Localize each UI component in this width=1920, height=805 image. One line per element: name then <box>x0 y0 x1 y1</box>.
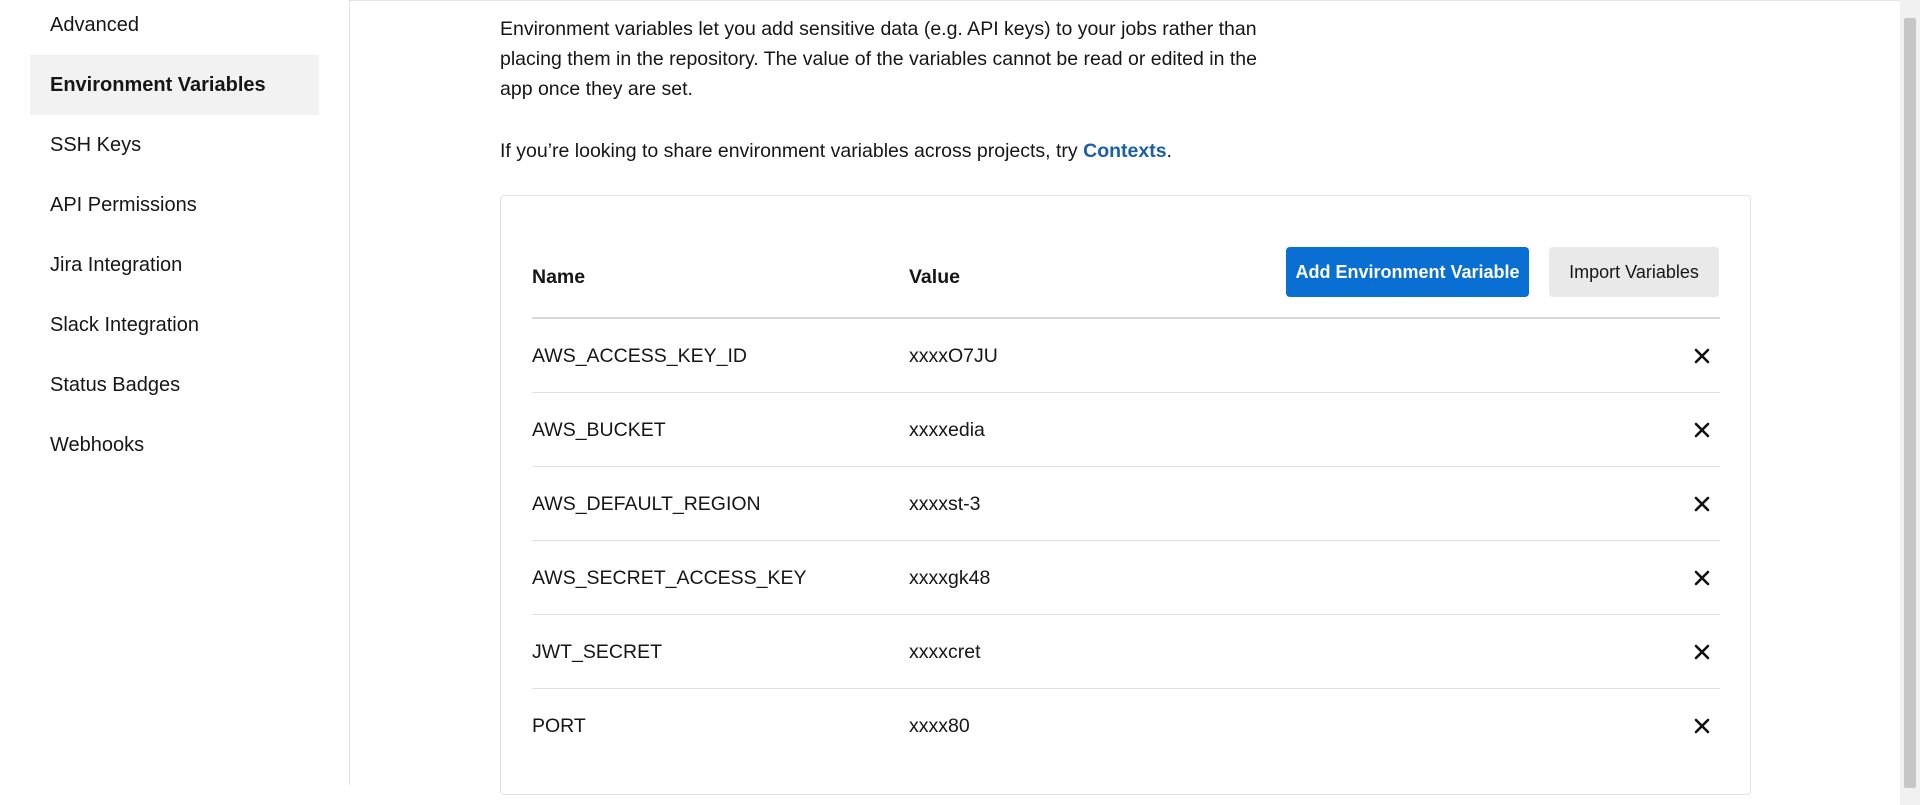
variable-name: AWS_SECRET_ACCESS_KEY <box>532 567 807 589</box>
value-column-header: Value <box>909 266 960 288</box>
variable-value: xxxxst-3 <box>909 493 981 515</box>
close-icon[interactable] <box>1687 637 1717 667</box>
sidebar-item-ssh-keys[interactable]: SSH Keys <box>30 115 319 175</box>
table-row: JWT_SECRET xxxxcret <box>532 615 1720 689</box>
variable-value: xxxxO7JU <box>909 345 998 367</box>
close-icon[interactable] <box>1687 341 1717 371</box>
intro-line: placing them in the repository. The valu… <box>500 48 1257 70</box>
close-icon[interactable] <box>1687 711 1717 741</box>
sidebar-item-advanced[interactable]: Advanced <box>30 0 319 55</box>
table-row: AWS_SECRET_ACCESS_KEY xxxxgk48 <box>532 541 1720 615</box>
contexts-link[interactable]: Contexts <box>1083 140 1166 162</box>
close-icon[interactable] <box>1687 563 1717 593</box>
table-row: PORT xxxx80 <box>532 689 1720 763</box>
variable-value: xxxx80 <box>909 715 970 737</box>
table-row: AWS_DEFAULT_REGION xxxxst-3 <box>532 467 1720 541</box>
env-variables-list: AWS_ACCESS_KEY_ID xxxxO7JU AWS_BUCKET xx… <box>532 319 1720 763</box>
variable-name: AWS_BUCKET <box>532 419 666 441</box>
add-environment-variable-button[interactable]: Add Environment Variable <box>1286 247 1529 297</box>
table-row: AWS_ACCESS_KEY_ID xxxxO7JU <box>532 319 1720 393</box>
env-variables-card: Name Value Add Environment Variable Impo… <box>500 195 1751 795</box>
sidebar-item-status-badges[interactable]: Status Badges <box>30 355 319 415</box>
sidebar-item-webhooks[interactable]: Webhooks <box>30 415 319 475</box>
share-hint-suffix: . <box>1166 140 1172 162</box>
variable-value: xxxxcret <box>909 641 981 663</box>
top-divider <box>350 0 1900 3</box>
table-row: AWS_BUCKET xxxxedia <box>532 393 1720 467</box>
close-icon[interactable] <box>1687 415 1717 445</box>
share-hint-text: If you’re looking to share environment v… <box>500 140 1084 162</box>
intro-description: Environment variables let you add sensit… <box>500 14 1300 104</box>
variable-name: AWS_ACCESS_KEY_ID <box>532 345 747 367</box>
variable-name: PORT <box>532 715 586 737</box>
name-column-header: Name <box>532 266 586 288</box>
variable-name: AWS_DEFAULT_REGION <box>532 493 761 515</box>
variable-value: xxxxedia <box>909 419 985 441</box>
scrollbar-thumb[interactable] <box>1904 18 1916 788</box>
sidebar-item-jira-integration[interactable]: Jira Integration <box>30 235 319 295</box>
variable-name: JWT_SECRET <box>532 641 663 663</box>
import-variables-button[interactable]: Import Variables <box>1549 247 1719 297</box>
sidebar-item-slack-integration[interactable]: Slack Integration <box>30 295 319 355</box>
sidebar-item-environment-variables[interactable]: Environment Variables <box>30 55 319 115</box>
page-scrollbar[interactable] <box>1900 0 1920 805</box>
variable-value: xxxxgk48 <box>909 567 991 589</box>
close-icon[interactable] <box>1687 489 1717 519</box>
share-hint: If you’re looking to share environment v… <box>500 136 1172 166</box>
intro-line: Environment variables let you add sensit… <box>500 18 1257 40</box>
intro-line: app once they are set. <box>500 78 693 100</box>
settings-sidebar: Advanced Environment Variables SSH Keys … <box>0 0 350 785</box>
sidebar-item-api-permissions[interactable]: API Permissions <box>30 175 319 235</box>
